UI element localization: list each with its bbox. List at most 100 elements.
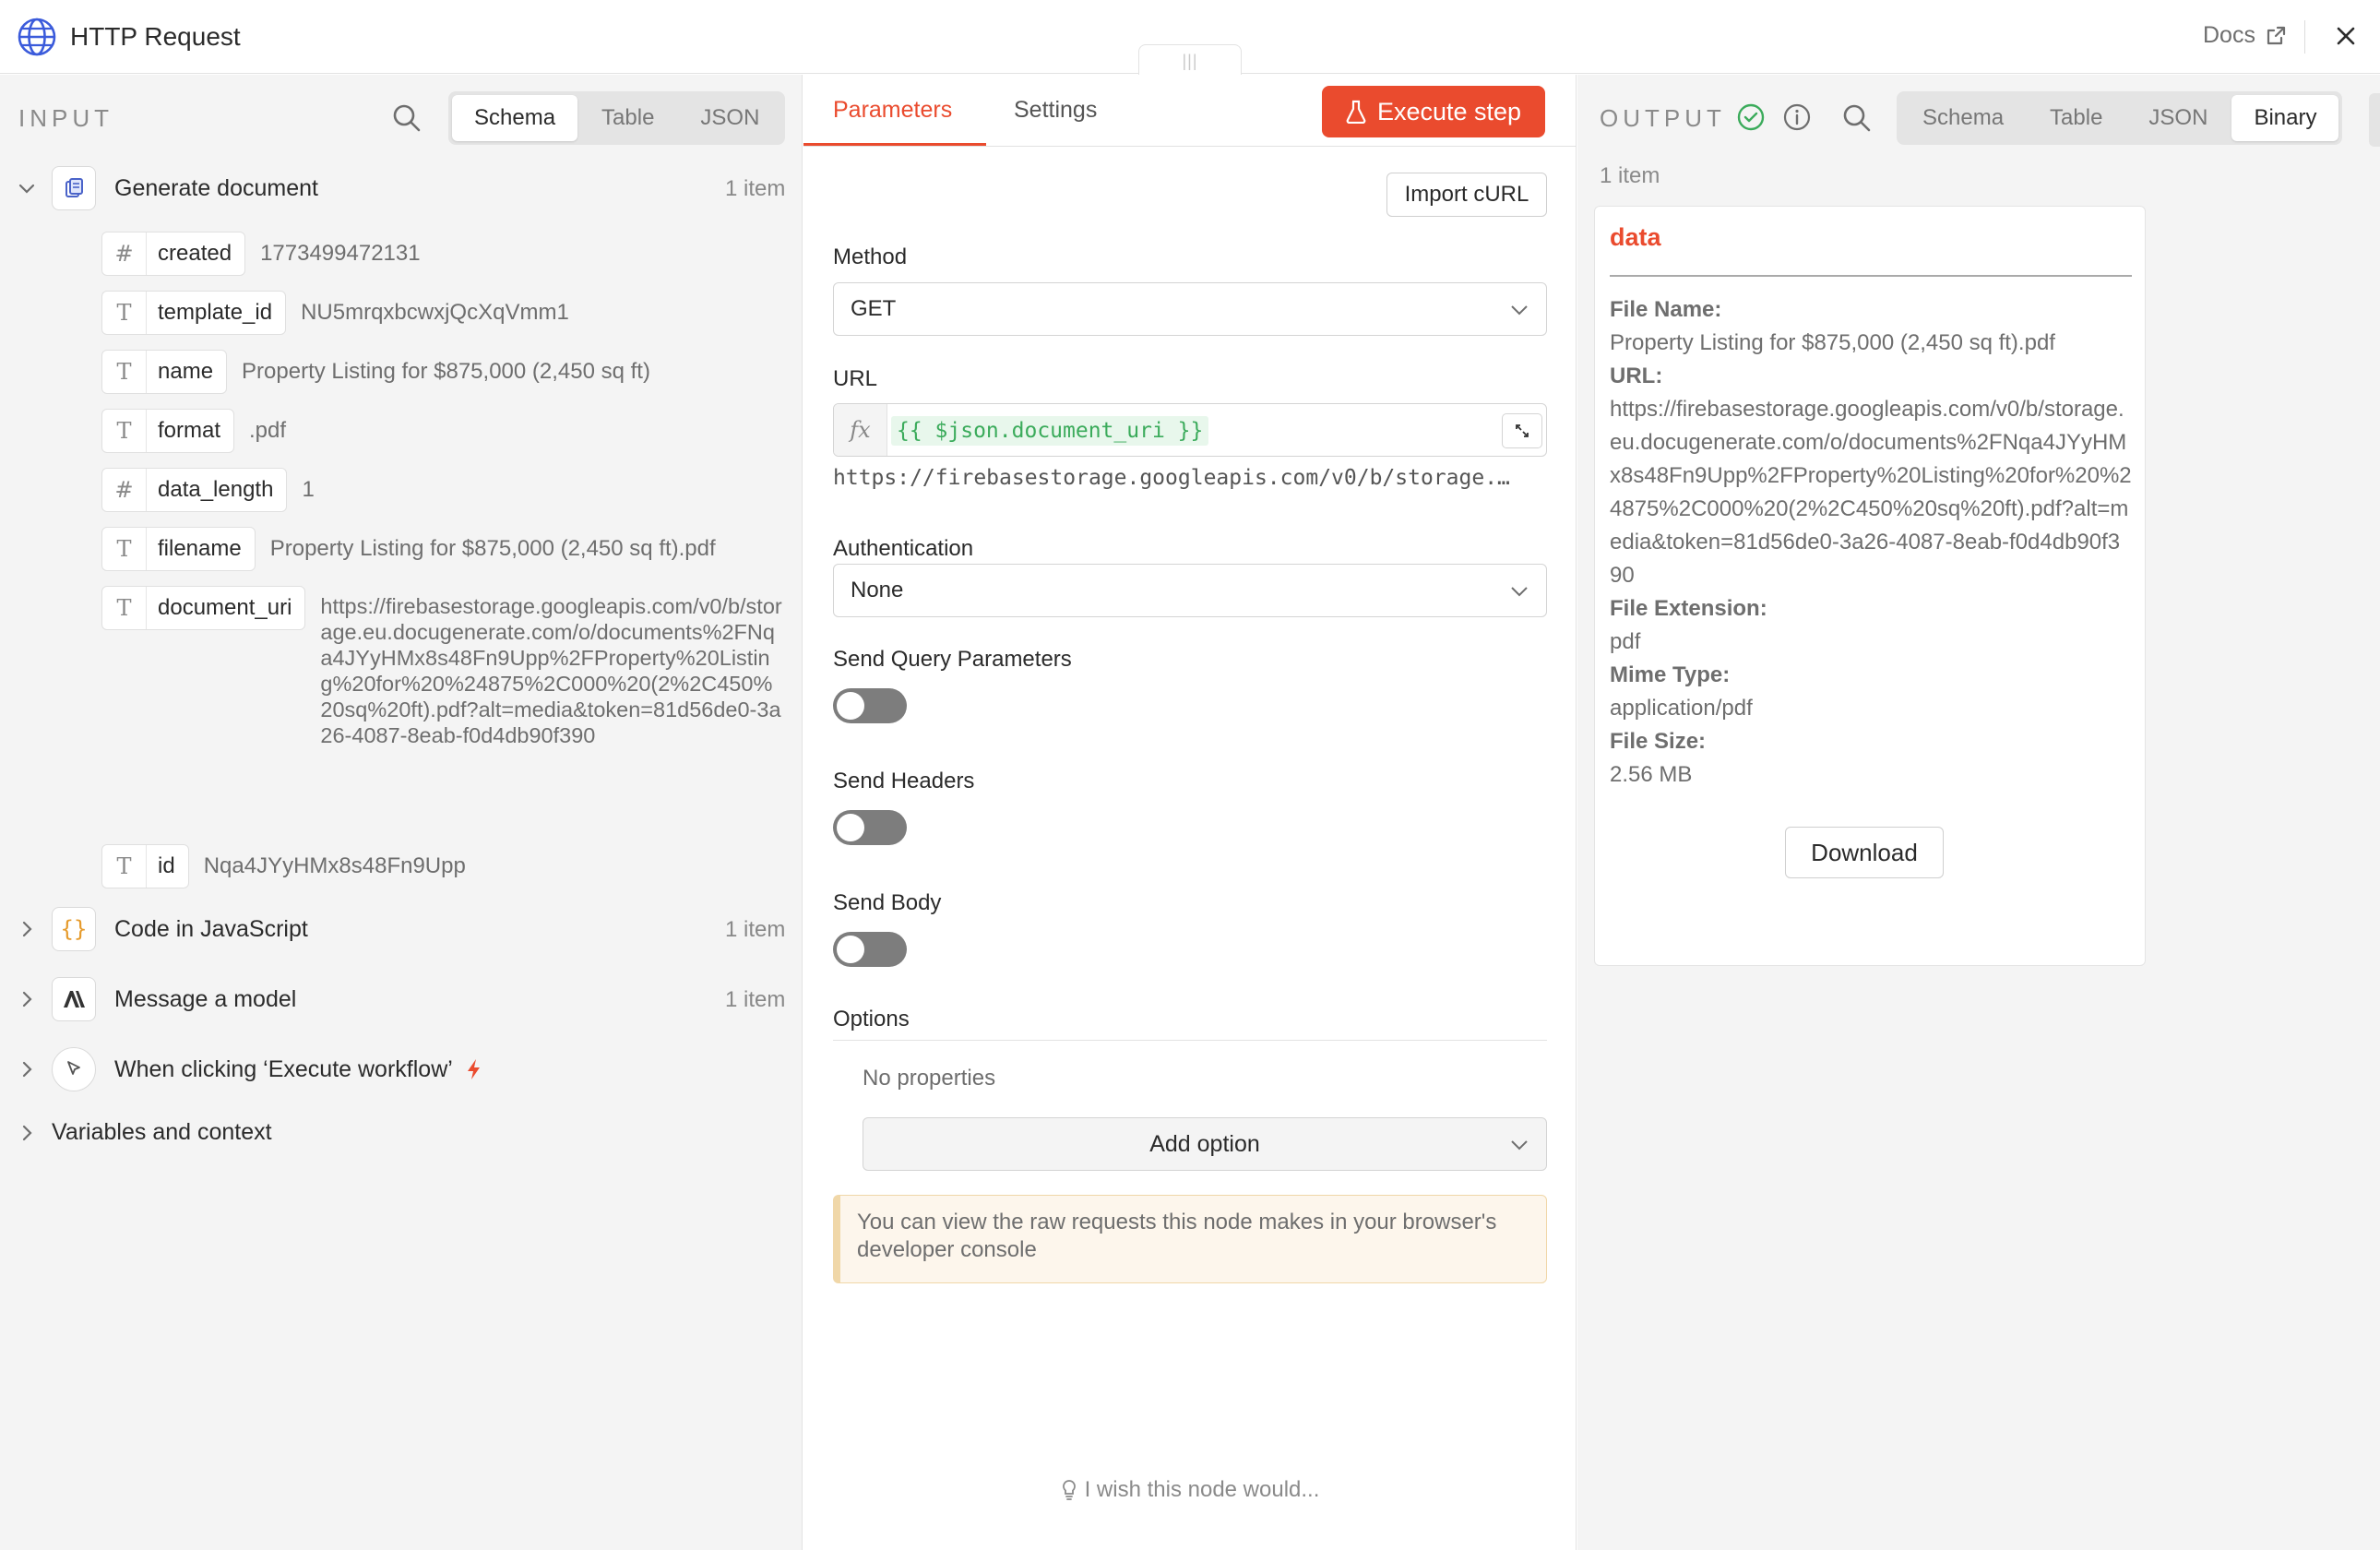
field-name: name: [158, 359, 214, 384]
field-pill: Tdocument_uri: [101, 586, 306, 630]
info-icon[interactable]: [1782, 102, 1812, 132]
node-generate-document[interactable]: Generate document: [17, 166, 318, 210]
close-icon[interactable]: [2332, 22, 2360, 50]
options-divider: [833, 1040, 1547, 1041]
send-query-toggle[interactable]: [833, 688, 907, 723]
schema-field-document-uri[interactable]: Tdocument_uri https://firebasestorage.go…: [101, 586, 783, 748]
field-value: Property Listing for $875,000 (2,450 sq …: [242, 359, 650, 384]
expand-icon: [1516, 424, 1529, 437]
globe-icon: [18, 18, 56, 56]
send-body-label: Send Body: [833, 890, 942, 915]
output-panel: OUTPUT Schema Table JSON Binary 1 item d…: [1577, 75, 2380, 1550]
url-input[interactable]: fx {{ $json.document_uri }}: [833, 403, 1547, 457]
schema-field-id[interactable]: Tid Nqa4JYyHMx8s48Fn9Upp: [101, 844, 466, 888]
braces-icon: {}: [52, 907, 96, 951]
variables-and-context[interactable]: Variables and context: [17, 1119, 272, 1146]
node-label: Message a model: [114, 985, 297, 1012]
file-name-value: Property Listing for $875,000 (2,450 sq …: [1610, 330, 2055, 355]
field-name: filename: [158, 536, 242, 561]
mime-type-label: Mime Type:: [1610, 662, 1731, 687]
field-value: 1: [302, 477, 315, 502]
schema-field-template-id[interactable]: Ttemplate_id NU5mrqxbcwxjQcXqVmm1: [101, 291, 569, 335]
field-pill: Tid: [101, 844, 189, 888]
field-name: id: [158, 853, 175, 878]
parameters-panel: Parameters Settings Execute step Import …: [803, 75, 1577, 1550]
download-button[interactable]: Download: [1785, 827, 1944, 878]
search-icon[interactable]: [1841, 102, 1873, 134]
text-type-icon: T: [102, 528, 147, 570]
output-view-json[interactable]: JSON: [2126, 95, 2230, 141]
developer-console-notice: You can view the raw requests this node …: [833, 1195, 1547, 1283]
input-label: INPUT: [18, 104, 113, 132]
schema-field-data-length[interactable]: # data_length 1: [101, 468, 315, 512]
mime-type-value: application/pdf: [1610, 696, 1753, 721]
output-view-schema[interactable]: Schema: [1900, 95, 2026, 141]
node-item-count: 1 item: [725, 917, 786, 942]
tab-parameters[interactable]: Parameters: [833, 97, 952, 124]
field-name: data_length: [158, 477, 274, 502]
chevron-down-icon: [1511, 1140, 1528, 1151]
schema-field-name[interactable]: Tname Property Listing for $875,000 (2,4…: [101, 350, 650, 394]
chevron-right-icon[interactable]: [17, 919, 37, 939]
docs-link[interactable]: Docs: [2203, 22, 2287, 49]
schema-field-filename[interactable]: Tfilename Property Listing for $875,000 …: [101, 527, 716, 571]
toggle-knob: [837, 936, 864, 963]
field-pill: Tfilename: [101, 527, 256, 571]
chevron-right-icon[interactable]: [17, 1059, 37, 1079]
tab-settings[interactable]: Settings: [1014, 97, 1097, 124]
toggle-knob: [837, 814, 864, 841]
feedback-link[interactable]: I wish this node would...: [803, 1477, 1577, 1503]
output-label: OUTPUT: [1600, 104, 1726, 132]
binary-metadata: File Name: Property Listing for $875,000…: [1610, 293, 2132, 792]
field-name: document_uri: [158, 595, 292, 620]
window-title-group: HTTP Request: [17, 17, 241, 57]
truncated-control: [2369, 93, 2380, 147]
header-divider: [2304, 20, 2305, 54]
execute-step-button[interactable]: Execute step: [1322, 86, 1545, 137]
input-view-schema[interactable]: Schema: [452, 95, 578, 141]
schema-field-format[interactable]: Tformat .pdf: [101, 409, 286, 453]
output-view-binary[interactable]: Binary: [2231, 95, 2339, 141]
file-name-label: File Name:: [1610, 297, 1722, 322]
add-option-label: Add option: [1149, 1131, 1260, 1157]
node-code-in-javascript[interactable]: {} Code in JavaScript: [17, 907, 308, 951]
node-message-a-model[interactable]: Message a model: [17, 977, 296, 1021]
text-type-icon: T: [102, 292, 147, 334]
node-item-count: 1 item: [725, 176, 786, 201]
add-option-button[interactable]: Add option: [863, 1117, 1547, 1171]
field-value: .pdf: [249, 418, 287, 443]
node-when-clicking-execute[interactable]: When clicking ‘Execute workflow’: [17, 1047, 482, 1091]
output-view-switcher: Schema Table JSON Binary: [1897, 91, 2343, 145]
binary-property-name: data: [1610, 223, 1661, 251]
send-body-toggle[interactable]: [833, 932, 907, 967]
lightbulb-icon: [1062, 1480, 1076, 1500]
external-link-icon: [2267, 26, 2286, 44]
chevron-right-icon[interactable]: [17, 989, 37, 1009]
schema-field-created[interactable]: # created 1773499472131: [101, 232, 421, 276]
chevron-down-icon: [1511, 305, 1528, 316]
options-label: Options: [833, 1007, 910, 1031]
method-select[interactable]: GET: [833, 282, 1547, 336]
node-label: Generate document: [114, 174, 318, 201]
cursor-icon: [52, 1047, 96, 1091]
output-view-table[interactable]: Table: [2028, 95, 2124, 141]
chevron-right-icon[interactable]: [17, 1123, 37, 1143]
anthropic-icon: [52, 977, 96, 1021]
send-headers-toggle[interactable]: [833, 810, 907, 845]
method-value: GET: [851, 296, 897, 321]
import-curl-button[interactable]: Import cURL: [1386, 173, 1547, 217]
field-value: https://firebasestorage.googleapis.com/v…: [320, 594, 782, 747]
file-extension-label: File Extension:: [1610, 596, 1767, 621]
chevron-down-icon[interactable]: [17, 178, 37, 198]
drag-handle[interactable]: |||: [1138, 44, 1242, 76]
input-view-table[interactable]: Table: [579, 95, 676, 141]
file-size-value: 2.56 MB: [1610, 762, 1693, 787]
input-view-json[interactable]: JSON: [678, 95, 781, 141]
number-type-icon: #: [102, 469, 147, 511]
field-pill: # created: [101, 232, 246, 276]
expand-editor-button[interactable]: [1502, 413, 1542, 448]
input-panel: INPUT Schema Table JSON Generate documen…: [0, 75, 803, 1550]
authentication-select[interactable]: None: [833, 564, 1547, 617]
no-properties-text: No properties: [863, 1066, 996, 1091]
search-icon[interactable]: [391, 102, 422, 134]
